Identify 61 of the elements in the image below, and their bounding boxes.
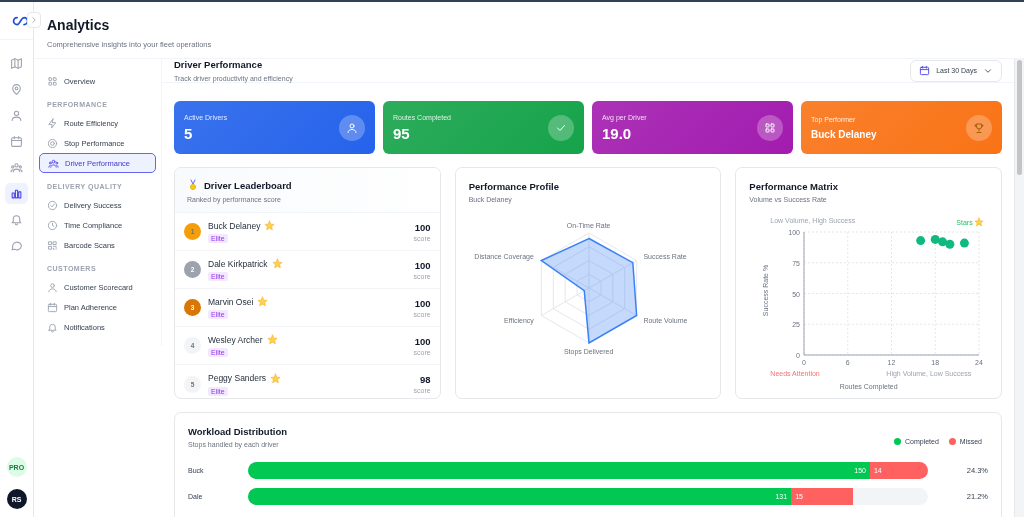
grid-icon [47,75,58,87]
star-icon [264,220,276,231]
people-icon [10,161,23,174]
card-title: Performance Profile [468,181,560,192]
clock-icon [47,219,58,231]
chevron-right-icon [29,15,39,25]
stat-value: Buck Delaney [811,128,877,140]
star-icon [271,258,283,269]
bar [869,462,928,479]
map-icon [10,57,23,70]
calendar-icon [919,65,931,76]
card-title: Performance Matrix [749,181,840,192]
score-value: 100 [413,221,431,233]
location-pin-icon [10,83,23,96]
user-icon [47,281,58,293]
check-circle-icon [47,199,58,211]
bar [248,462,870,479]
rail-nav-button[interactable] [5,183,28,204]
card-title: Workload Distribution [188,426,288,437]
calendar-icon [10,135,23,148]
stat-value: 95 [393,124,411,142]
target-icon [47,137,58,149]
scan-icon [47,239,58,251]
driver-name: Peggy Sanders [208,373,267,383]
driver-name: Wesley Archer [208,334,263,345]
data-point[interactable] [916,236,926,246]
score-value: 98 [419,374,431,385]
bar [791,488,854,505]
driver-name: Marvin Osei [208,296,254,307]
data-point[interactable] [945,239,955,249]
page-title: Analytics [47,16,111,34]
trophy-icon [973,121,985,134]
calendar-icon [47,301,58,313]
grid-icon [764,121,776,134]
scrollbar[interactable] [1014,59,1024,517]
expand-button[interactable] [27,12,41,28]
scrollbar-thumb[interactable] [1017,60,1022,175]
bell-icon [10,213,23,226]
user-icon [346,121,358,134]
star-icon [266,334,278,345]
score-value: 100 [413,335,431,347]
chat-bubble-icon [10,239,23,252]
medal-icon [187,178,199,192]
driver-name: Dale Kirkpatrick [208,258,268,269]
card-title: Driver Leaderboard [204,179,292,191]
stat-value: 5 [184,124,194,142]
bell-icon [47,321,58,333]
bar-chart-icon [10,187,23,200]
score-value: 100 [413,259,431,271]
section-title: Driver Performance [174,59,264,70]
data-point[interactable] [931,234,941,244]
score-value: 100 [413,297,431,309]
star-icon [973,217,984,227]
star-icon [270,372,282,384]
star-icon [257,296,269,307]
stat-value: 19.0 [602,124,633,142]
lightning-icon [47,117,58,129]
data-point[interactable] [960,238,970,248]
people-icon [48,157,59,169]
driver-name: Buck Delaney [208,220,261,231]
user-icon [10,109,23,122]
